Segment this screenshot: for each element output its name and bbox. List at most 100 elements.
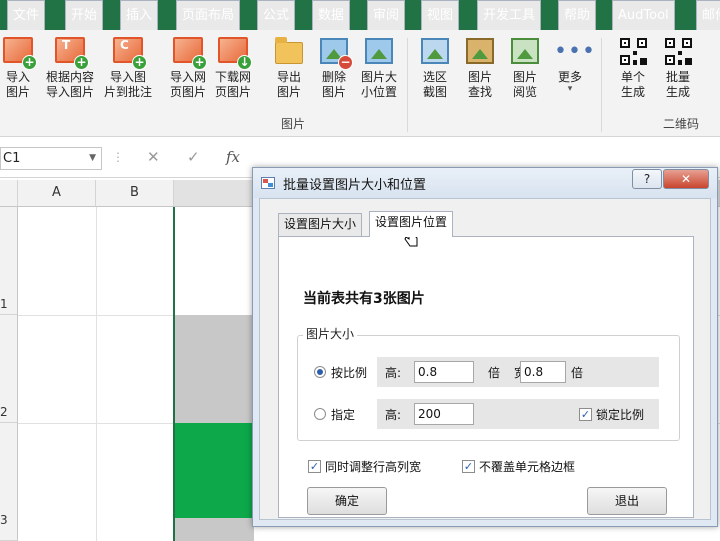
picture-import-icon: + bbox=[2, 36, 37, 70]
chevron-down-icon[interactable]: ▼ bbox=[89, 148, 96, 169]
row-header-2[interactable]: 2 bbox=[0, 315, 18, 423]
single-qrcode-button[interactable]: 单个 生成 bbox=[608, 36, 658, 100]
height-value-input[interactable]: 200 bbox=[414, 403, 474, 425]
button-label: 导入 bbox=[5, 70, 30, 84]
column-header-b[interactable]: B bbox=[96, 180, 174, 207]
button-label: 导入网 bbox=[169, 70, 206, 84]
row-header-3[interactable]: 3 bbox=[0, 423, 18, 541]
import-to-comment-button[interactable]: C + 导入图 片到批注 bbox=[100, 36, 156, 100]
height-ratio-label: 高: bbox=[385, 366, 402, 380]
picture-gallery-icon bbox=[509, 36, 541, 68]
button-label: 图片 bbox=[512, 70, 537, 84]
picture-size-position-button[interactable]: 图片大 小位置 bbox=[354, 36, 404, 100]
cancel-icon[interactable]: ✕ bbox=[147, 148, 160, 166]
chevron-down-icon: ▾ bbox=[567, 84, 573, 94]
button-label: 图片 bbox=[321, 85, 346, 99]
more-button[interactable]: ••• 更多 ▾ bbox=[545, 36, 596, 94]
qrcode-icon bbox=[617, 36, 649, 68]
button-label: 页图片 bbox=[169, 85, 206, 99]
delete-picture-button[interactable]: − 删除 图片 bbox=[309, 36, 359, 100]
download-web-picture-button[interactable]: ↓ 下载网 页图片 bbox=[208, 36, 258, 100]
button-label: 下载网 bbox=[214, 70, 251, 84]
tab-panel: 当前表共有3张图片 图片大小 按比例 高: 0.8 倍 宽: 0.8 倍 指定 … bbox=[278, 236, 694, 518]
ok-button[interactable]: 确定 bbox=[307, 487, 387, 515]
tab-developer[interactable]: 开发工具 bbox=[477, 0, 542, 30]
button-label: 导入图片 bbox=[45, 85, 94, 99]
tab-review[interactable]: 审阅 bbox=[367, 0, 406, 30]
lock-ratio-label: 锁定比例 bbox=[596, 408, 645, 422]
column-header-a[interactable]: A bbox=[18, 180, 96, 207]
tab-view[interactable]: 视图 bbox=[421, 0, 460, 30]
tab-page-layout[interactable]: 页面布局 bbox=[176, 0, 241, 30]
height-ratio-input[interactable]: 0.8 bbox=[414, 361, 474, 383]
screenshot-icon bbox=[419, 36, 451, 68]
selection-border bbox=[173, 207, 175, 541]
tab-formulas[interactable]: 公式 bbox=[257, 0, 296, 30]
width-ratio-input[interactable]: 0.8 bbox=[520, 361, 566, 383]
picture-cell-green[interactable] bbox=[174, 423, 254, 518]
exit-button[interactable]: 退出 bbox=[587, 487, 667, 515]
import-picture-button[interactable]: + 导入 图片 bbox=[0, 36, 43, 100]
tab-help[interactable]: 帮助 bbox=[558, 0, 597, 30]
tab-insert[interactable]: 插入 bbox=[120, 0, 159, 30]
button-label: 生成 bbox=[620, 85, 645, 99]
row-header-1[interactable]: 1 bbox=[0, 207, 18, 315]
lock-ratio-checkbox[interactable]: ✓ bbox=[579, 408, 592, 421]
button-label: 导入图 bbox=[109, 70, 146, 84]
height-times-label: 倍 bbox=[488, 366, 501, 380]
more-dots-icon: ••• bbox=[554, 39, 596, 64]
ribbon-separator bbox=[407, 38, 408, 132]
picture-edit-icon bbox=[363, 36, 395, 68]
tab-mail[interactable]: 邮件 bbox=[696, 0, 720, 30]
adjust-rowcol-checkbox[interactable]: ✓ bbox=[308, 460, 321, 473]
tab-picture-size[interactable]: 设置图片大小 bbox=[278, 213, 363, 236]
group-label-qrcode: 二维码 bbox=[663, 117, 700, 131]
help-button[interactable]: ? bbox=[632, 169, 662, 189]
group-label-picture: 图片 bbox=[281, 117, 306, 131]
adjust-rowcol-label: 同时调整行高列宽 bbox=[325, 460, 422, 474]
ribbon: + 导入 图片 T + 根据内容 导入图片 C + 导入图 片到批注 + 导入网 页图片 ↓… bbox=[0, 30, 720, 137]
qrcode-icon bbox=[662, 36, 694, 68]
selection-screenshot-button[interactable]: 选区 截图 bbox=[410, 36, 460, 100]
picture-search-icon bbox=[464, 36, 496, 68]
specify-radio[interactable] bbox=[314, 408, 326, 420]
no-cover-border-checkbox[interactable]: ✓ bbox=[462, 460, 475, 473]
app-icon bbox=[261, 177, 275, 189]
drag-handle-icon[interactable]: ⋮ bbox=[112, 150, 124, 164]
name-box-value: C1 bbox=[3, 151, 21, 166]
picture-size-group-title: 图片大小 bbox=[303, 325, 358, 342]
tab-audtool[interactable]: AudTool bbox=[612, 0, 675, 30]
button-label: 页图片 bbox=[214, 85, 251, 99]
import-by-content-button[interactable]: T + 根据内容 导入图片 bbox=[42, 36, 98, 100]
tab-file[interactable]: 文件 bbox=[7, 0, 46, 30]
tab-home[interactable]: 开始 bbox=[65, 0, 104, 30]
export-picture-button[interactable]: 导出 图片 bbox=[264, 36, 314, 100]
picture-cell-gray[interactable] bbox=[174, 518, 254, 541]
picture-cell-gray[interactable] bbox=[174, 315, 254, 423]
picture-delete-icon: − bbox=[318, 36, 353, 70]
close-button[interactable]: ✕ bbox=[663, 169, 709, 189]
button-label: 图片 bbox=[5, 85, 30, 99]
import-web-picture-button[interactable]: + 导入网 页图片 bbox=[163, 36, 213, 100]
button-label: 单个 bbox=[620, 70, 645, 84]
width-times-label: 倍 bbox=[571, 366, 584, 380]
ratio-radio[interactable] bbox=[314, 366, 326, 378]
enter-icon[interactable]: ✓ bbox=[187, 148, 200, 166]
dialog-titlebar[interactable]: 批量设置图片大小和位置 ? ✕ bbox=[253, 168, 717, 198]
picture-browse-button[interactable]: 图片 阅览 bbox=[500, 36, 550, 100]
insert-function-icon[interactable]: fx bbox=[226, 148, 240, 166]
tab-picture-position[interactable]: 设置图片位置 bbox=[369, 211, 454, 237]
picture-find-button[interactable]: 图片 查找 bbox=[455, 36, 505, 100]
excel-window: 文件 开始 插入 页面布局 公式 数据 审阅 视图 开发工具 帮助 AudToo… bbox=[0, 0, 720, 541]
download-icon: ↓ bbox=[217, 36, 252, 70]
button-label: 截图 bbox=[422, 85, 447, 99]
tab-data[interactable]: 数据 bbox=[312, 0, 351, 30]
button-label: 选区 bbox=[422, 70, 447, 84]
button-label: 阅览 bbox=[512, 85, 537, 99]
height-value-label: 高: bbox=[385, 408, 402, 422]
ratio-label: 按比例 bbox=[331, 366, 368, 380]
select-all-corner[interactable] bbox=[0, 180, 18, 207]
button-label: 查找 bbox=[467, 85, 492, 99]
name-box[interactable]: C1 ▼ bbox=[0, 147, 102, 170]
batch-qrcode-button[interactable]: 批量 生成 bbox=[653, 36, 703, 100]
